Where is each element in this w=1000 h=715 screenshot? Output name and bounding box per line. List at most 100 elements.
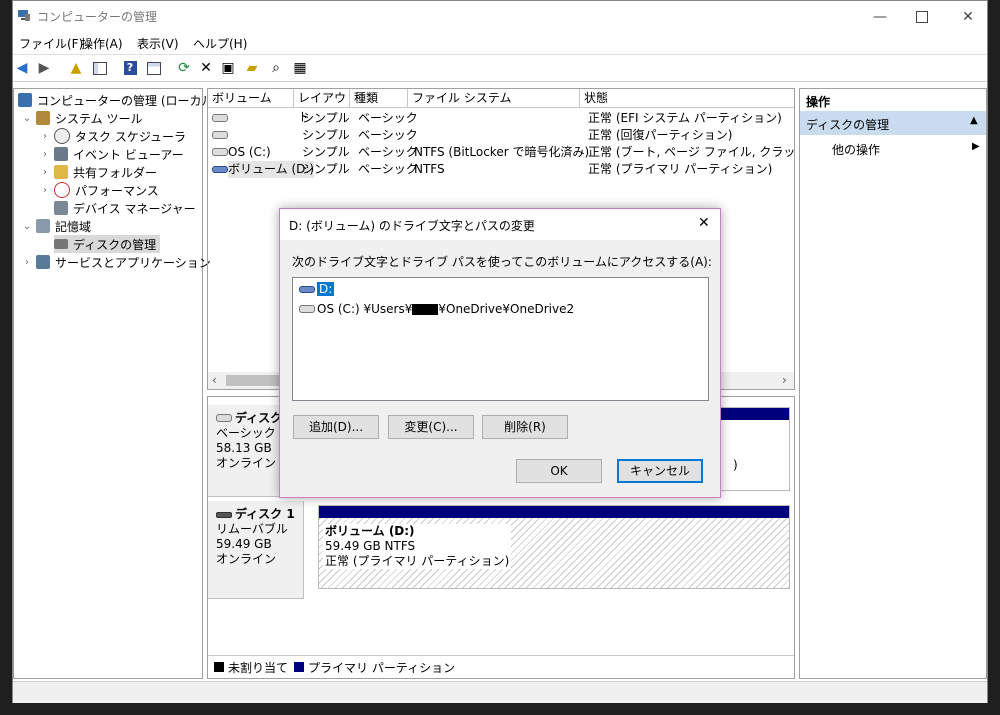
tree-item-storage[interactable]: ⌄ 記憶域 <box>22 217 91 235</box>
partition-status-partial: ) <box>733 458 738 472</box>
back-button[interactable]: ◀ <box>13 59 31 77</box>
chevron-down-icon[interactable]: ⌄ <box>22 221 32 232</box>
menu-file[interactable]: ファイル(F) <box>19 35 83 52</box>
legend: 未割り当て プライマリ パーティション <box>208 655 794 678</box>
close-icon: ✕ <box>698 215 710 231</box>
toolbar: ◀ ▶ ▲ ? ⟳ ✕ ▣ ▰ ⌕ ▦ <box>13 54 987 82</box>
disk-0-partition[interactable]: ) <box>718 407 790 491</box>
legend-primary: プライマリ パーティション <box>308 660 456 675</box>
help-button[interactable]: ? <box>121 59 139 77</box>
actions-other[interactable]: 他の操作 ▶ <box>800 139 986 159</box>
remove-button[interactable]: 削除(R) <box>482 415 568 439</box>
chevron-right-icon[interactable]: › <box>40 149 50 160</box>
collapse-up-icon[interactable]: ▲ <box>970 115 978 126</box>
chevron-right-icon[interactable]: › <box>40 167 50 178</box>
change-button[interactable]: 変更(C)... <box>388 415 474 439</box>
open-button[interactable]: ▰ <box>243 59 261 77</box>
legend-unallocated: 未割り当て <box>228 660 289 675</box>
menu-view[interactable]: 表示(V) <box>137 35 179 52</box>
properties-view-button[interactable] <box>145 59 163 77</box>
settings-button[interactable]: ▦ <box>291 59 309 77</box>
tree-item-task-scheduler[interactable]: › タスク スケジューラ <box>40 127 186 145</box>
tree-item-event-viewer[interactable]: › イベント ビューアー <box>40 145 184 163</box>
menu-action[interactable]: 操作(A) <box>81 35 123 52</box>
tree-item-label: サービスとアプリケーション <box>55 255 211 270</box>
show-hide-tree-button[interactable] <box>91 59 109 77</box>
scroll-left-icon[interactable]: ‹ <box>212 373 217 387</box>
list-item-label: D: <box>317 282 335 296</box>
shared-folder-icon <box>54 165 68 179</box>
removable-drive-icon <box>299 285 315 293</box>
computer-management-icon <box>18 10 30 21</box>
cell-status: 正常 (回復パーティション) <box>588 128 733 142</box>
actions-pane: 操作 ディスクの管理 ▲ 他の操作 ▶ <box>799 88 987 679</box>
actions-section-disk-management[interactable]: ディスクの管理 ▲ <box>800 111 986 135</box>
event-viewer-icon <box>54 147 68 161</box>
tree-item-root[interactable]: コンピューターの管理 (ローカル) <box>18 91 218 109</box>
refresh-button[interactable]: ⟳ <box>175 59 193 77</box>
column-header-type[interactable]: 種類 <box>350 89 408 108</box>
cell-status: 正常 (EFI システム パーティション) <box>588 111 782 125</box>
chevron-down-icon[interactable]: ⌄ <box>22 113 32 124</box>
scroll-right-icon[interactable]: › <box>782 373 787 387</box>
disk-1-info[interactable]: ディスク 1 リムーバブル 59.49 GB オンライン <box>208 501 304 599</box>
column-header-status[interactable]: 状態 <box>580 89 794 108</box>
cell-status: 正常 (プライマリ パーティション) <box>588 162 773 176</box>
disk-type: リムーバブル <box>216 522 288 536</box>
maximize-icon <box>916 10 928 23</box>
submenu-arrow-icon: ▶ <box>972 141 980 152</box>
disk-icon <box>216 414 232 422</box>
cell-type: ベーシック <box>358 128 418 142</box>
cell-layout: シンプル <box>302 162 350 176</box>
tree-item-device-manager[interactable]: デバイス マネージャー <box>54 199 196 217</box>
chevron-right-icon[interactable]: › <box>40 185 50 196</box>
tree-item-label: 記憶域 <box>55 219 92 234</box>
list-item[interactable]: D: <box>299 280 335 298</box>
tree-item-label: タスク スケジューラ <box>75 129 186 144</box>
tree-item-disk-management[interactable]: ディスクの管理 <box>54 235 161 253</box>
tree-item-shared-folders[interactable]: › 共有フォルダー <box>40 163 157 181</box>
cancel-button[interactable]: キャンセル <box>617 459 703 483</box>
primary-partition-bar <box>319 506 789 518</box>
column-header-layout[interactable]: レイアウト <box>294 89 350 124</box>
cell-type: ベーシック <box>358 111 418 125</box>
actions-other-label: 他の操作 <box>832 143 881 157</box>
settings-icon: ▦ <box>293 60 307 76</box>
drive-icon <box>212 110 228 127</box>
column-header-filesystem[interactable]: ファイル システム <box>408 89 580 108</box>
tree-item-system-tools[interactable]: ⌄ システム ツール <box>22 109 142 127</box>
forward-button[interactable]: ▶ <box>35 59 53 77</box>
drive-icon <box>212 144 228 161</box>
minimize-button[interactable]: — <box>857 1 903 32</box>
close-window-button[interactable]: ✕ <box>945 1 991 32</box>
tree-item-label: システム ツール <box>55 111 143 126</box>
properties-button[interactable]: ▣ <box>219 59 237 77</box>
redacted-block <box>412 303 439 315</box>
tree-item-services-apps[interactable]: › サービスとアプリケーション <box>22 253 211 271</box>
cell-layout: シンプル <box>302 128 350 142</box>
drive-path-list[interactable]: D: OS (C:) ¥Users¥ ¥OneDrive¥OneDrive2 <box>292 277 709 401</box>
search-button[interactable]: ⌕ <box>267 59 285 77</box>
delete-button[interactable]: ✕ <box>197 59 215 77</box>
list-item[interactable]: OS (C:) ¥Users¥ ¥OneDrive¥OneDrive2 <box>299 300 574 318</box>
column-header-volume[interactable]: ボリューム <box>208 89 294 108</box>
disk-1-partition[interactable]: ボリューム (D:) 59.49 GB NTFS 正常 (プライマリ パーティシ… <box>318 505 790 589</box>
tree-item-performance[interactable]: › パフォーマンス <box>40 181 159 199</box>
scroll-thumb[interactable] <box>226 375 286 386</box>
dialog-close-button[interactable]: ✕ <box>698 215 710 231</box>
maximize-button[interactable] <box>899 1 945 32</box>
ok-button[interactable]: OK <box>516 459 602 483</box>
up-folder-button[interactable]: ▲ <box>67 59 85 77</box>
help-icon: ? <box>123 61 137 75</box>
chevron-right-icon[interactable]: › <box>40 131 50 142</box>
chevron-right-icon[interactable]: › <box>22 257 32 268</box>
list-item-label-suffix: ¥OneDrive¥OneDrive2 <box>438 302 575 316</box>
add-button[interactable]: 追加(D)... <box>293 415 379 439</box>
disk-state: オンライン <box>216 552 277 566</box>
cell-volume: OS (C:) <box>228 145 271 159</box>
arrow-right-icon: ▶ <box>38 60 50 76</box>
properties-icon: ▣ <box>221 60 235 76</box>
menu-help[interactable]: ヘルプ(H) <box>193 35 247 52</box>
actions-header: 操作 <box>806 95 831 109</box>
storage-icon <box>36 219 50 233</box>
